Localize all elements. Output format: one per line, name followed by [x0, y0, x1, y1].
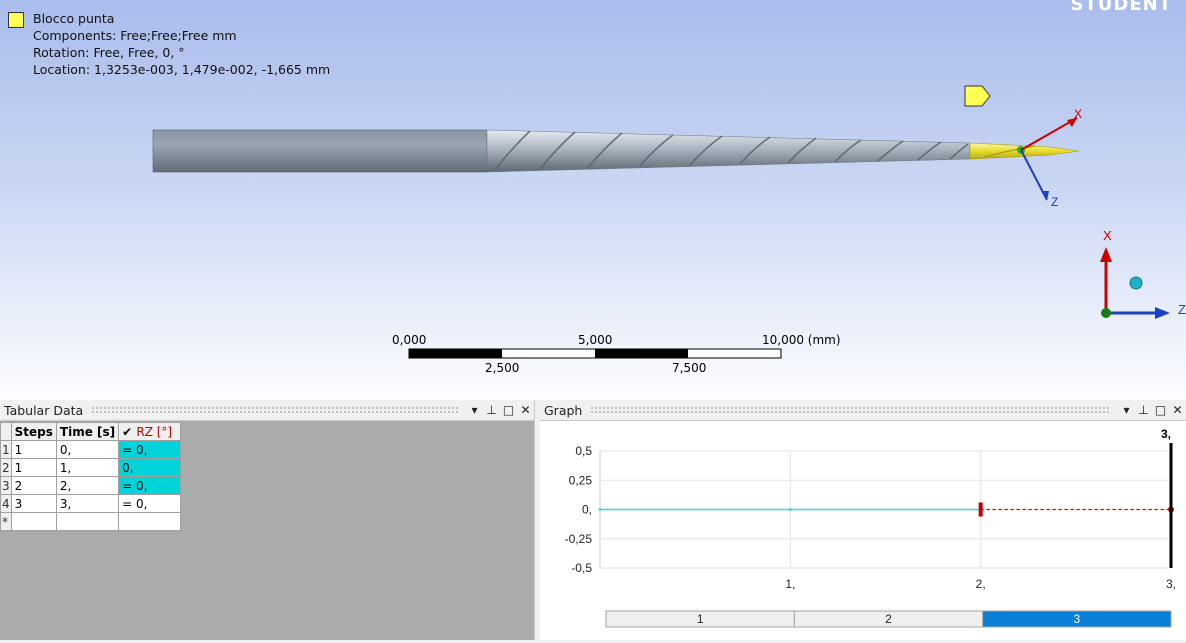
local-x-axis	[1020, 117, 1078, 151]
x-tick-label: 3,	[1166, 577, 1176, 591]
scale-bar	[408, 348, 782, 359]
graphics-viewport[interactable]: STUDENT Blocco punta Components: Free;Fr…	[0, 0, 1186, 400]
cell-rz[interactable]: = 0,	[118, 476, 182, 495]
step-bar-label: 2	[885, 612, 892, 626]
cell-time[interactable]	[55, 512, 120, 531]
y-tick-label: 0,	[582, 503, 592, 517]
pin-icon[interactable]: ⊥	[483, 403, 500, 417]
scale-label-7-5: 7,500	[672, 361, 707, 375]
tabular-data-title: Tabular Data	[4, 402, 84, 418]
close-icon[interactable]: ✕	[1169, 403, 1186, 417]
cell-time[interactable]: 3,	[55, 494, 120, 513]
cell-rz[interactable]	[118, 512, 182, 531]
cell-step[interactable]: 3	[10, 494, 57, 513]
table-row[interactable]: 1 1 0, = 0,	[0, 440, 182, 459]
triad-z-label: Z	[1178, 302, 1186, 317]
drag-grip[interactable]	[91, 406, 458, 414]
cell-rz[interactable]: = 0,	[118, 440, 182, 459]
cell-rz[interactable]: = 0,	[118, 494, 182, 513]
drill-flute-body	[486, 129, 971, 173]
col-header-time[interactable]: Time [s]	[55, 422, 120, 441]
current-time-label: 3,	[1161, 427, 1171, 441]
table-row[interactable]: 2 1 1, 0,	[0, 458, 182, 477]
local-z-arrow-icon	[1041, 191, 1049, 200]
row-number: 3	[0, 476, 12, 495]
row-number: 4	[0, 494, 12, 513]
dropdown-arrow-icon[interactable]: ▾	[1118, 403, 1135, 417]
step-bar-label: 1	[697, 612, 704, 626]
table-row[interactable]: *	[0, 512, 182, 531]
rz-label: RZ [°]	[136, 424, 173, 439]
tabular-data-header: Tabular Data ▾ ⊥ □ ✕	[0, 400, 534, 421]
triad-origin-icon	[1101, 308, 1111, 318]
table-row[interactable]: 3 2 2, = 0,	[0, 476, 182, 495]
step-bar-label: 3	[1073, 612, 1080, 626]
dropdown-arrow-icon[interactable]: ▾	[466, 403, 483, 417]
data-point	[598, 508, 602, 511]
local-z-label: Z	[1051, 195, 1058, 209]
triad-z-arrow-icon	[1155, 307, 1170, 319]
y-tick-label: -0,25	[565, 532, 593, 546]
row-number: 2	[0, 458, 12, 477]
y-tick-label: 0,25	[569, 473, 593, 487]
row-number: 1	[0, 440, 12, 459]
cell-step[interactable]: 1	[10, 458, 57, 477]
cell-time[interactable]: 2,	[55, 476, 120, 495]
scale-label-0: 0,000	[392, 333, 427, 347]
graph-area[interactable]: 0,5 0,25 0, -0,25 -0,5 1, 2, 3, 3, 1 2 3	[540, 421, 1186, 640]
scale-label-2-5: 2,500	[485, 361, 520, 375]
scale-label-10: 10,000 (mm)	[762, 333, 841, 347]
x-tick-label: 1,	[785, 577, 795, 591]
row-number: *	[0, 512, 12, 531]
graph-title: Graph	[544, 402, 583, 418]
iso-view-ball-icon	[1129, 276, 1143, 290]
tabular-data-grid[interactable]: Steps Time [s] ✔ RZ [°] 1 1 0, = 0, 2 1 1, 0, 3 2…	[0, 422, 182, 531]
table-row[interactable]: 4 3 3, = 0,	[0, 494, 182, 513]
data-point	[788, 508, 792, 511]
y-tick-label: -0,5	[571, 561, 592, 575]
drill-shank	[152, 129, 488, 173]
col-header-rz[interactable]: ✔ RZ [°]	[118, 422, 182, 441]
cell-step[interactable]	[10, 512, 57, 531]
cell-step[interactable]: 1	[10, 440, 57, 459]
y-tick-label: 0,5	[575, 444, 592, 458]
cell-rz[interactable]: 0,	[118, 458, 182, 477]
row-header-corner	[0, 422, 12, 441]
x-tick-label: 2,	[976, 577, 986, 591]
maximize-icon[interactable]: □	[1152, 403, 1169, 417]
cell-step[interactable]: 2	[10, 476, 57, 495]
triad-x-label: X	[1103, 228, 1112, 243]
close-icon[interactable]: ✕	[517, 403, 534, 417]
cell-time[interactable]: 0,	[55, 440, 120, 459]
rz-chart[interactable]: 0,5 0,25 0, -0,25 -0,5 1, 2, 3, 3, 1 2 3	[540, 421, 1186, 640]
drag-grip[interactable]	[590, 406, 1110, 414]
check-icon[interactable]: ✔	[122, 425, 132, 439]
selection-marker-icon	[964, 85, 991, 107]
col-header-steps[interactable]: Steps	[10, 422, 57, 441]
cell-time[interactable]: 1,	[55, 458, 120, 477]
pin-icon[interactable]: ⊥	[1135, 403, 1152, 417]
scale-label-5: 5,000	[578, 333, 613, 347]
maximize-icon[interactable]: □	[500, 403, 517, 417]
graph-header: Graph ▾ ⊥ □ ✕	[540, 400, 1186, 421]
local-x-label: X	[1074, 107, 1082, 121]
triad-x-arrow-icon	[1100, 247, 1112, 262]
step-end-marker	[978, 502, 983, 517]
